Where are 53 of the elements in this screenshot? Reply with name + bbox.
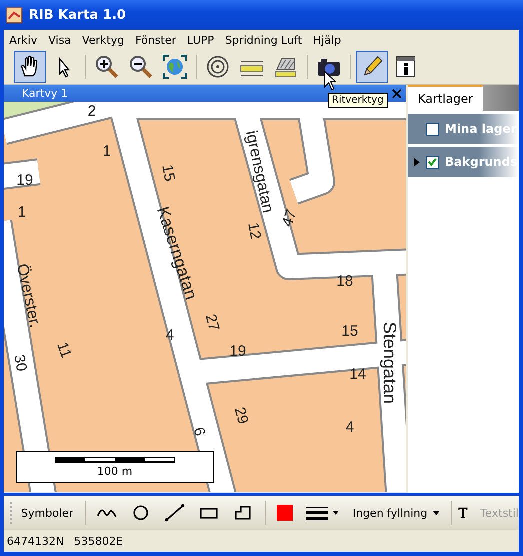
window-title: RIB Karta 1.0 <box>29 8 126 22</box>
map-view-title: Kartvy 1 <box>22 87 68 100</box>
menu-item[interactable]: Verktyg <box>76 34 130 46</box>
menu-item[interactable]: Arkiv <box>4 34 43 46</box>
menu-item[interactable]: LUPP <box>182 34 220 46</box>
house-number: 15 <box>342 323 358 340</box>
zoom-out-icon <box>128 54 154 80</box>
line-icon <box>164 504 186 522</box>
draw-tool-button[interactable] <box>356 51 388 83</box>
house-number: 6 <box>190 426 209 438</box>
mouse-cursor-icon <box>324 71 338 91</box>
globe-icon <box>162 54 188 80</box>
fill-dropdown[interactable]: Ingen fyllning <box>348 504 444 522</box>
house-number: 1 <box>102 143 112 160</box>
house-number: 18 <box>336 273 354 290</box>
coordinate-text: 535802E <box>74 534 124 548</box>
menu-item[interactable]: Visa <box>42 34 77 46</box>
layer-checkbox[interactable] <box>426 156 439 168</box>
house-number: 19 <box>230 343 246 360</box>
coordinate-text: 6474132N <box>7 534 64 548</box>
menu-item[interactable]: Spridning Luft <box>220 34 308 46</box>
street-name: igrensgatan <box>242 129 276 215</box>
house-number: 4 <box>166 327 174 344</box>
scale-label: 100 m <box>97 464 133 478</box>
target-icon <box>205 54 231 80</box>
panel-tab[interactable]: Kartlager <box>408 85 484 111</box>
text-style-label: Textstil <box>480 506 519 520</box>
house-number: 4 <box>346 419 354 436</box>
street-name: Överster. <box>13 262 44 330</box>
layer-checkbox[interactable] <box>426 122 439 136</box>
line-width-icon <box>304 505 341 521</box>
house-number: 29 <box>230 406 252 426</box>
street-name: Stengatan <box>380 322 400 404</box>
close-icon[interactable] <box>392 88 402 98</box>
house-number: 14 <box>350 366 366 383</box>
map-icon <box>6 6 23 24</box>
zoom-in-icon <box>94 54 120 80</box>
house-number: 12 <box>244 222 264 241</box>
house-number: 47 <box>278 208 301 230</box>
menu-item[interactable]: Hjälp <box>308 34 347 46</box>
menu-item[interactable]: Fönster <box>130 34 182 46</box>
tooltip: Ritverktyg <box>328 93 388 108</box>
caret-icon <box>432 510 440 516</box>
house-number: 15 <box>158 164 178 183</box>
house-number: 27 <box>202 312 223 334</box>
pan-tool-button[interactable] <box>14 51 46 83</box>
house-number: 2 <box>88 103 96 120</box>
house-number: 30 <box>10 354 30 373</box>
expand-arrow-icon[interactable] <box>414 158 420 166</box>
house-number: 19 <box>16 172 34 189</box>
symbols-button[interactable]: Symboler <box>17 504 78 522</box>
house-number: 1 <box>18 204 26 221</box>
house-number: 11 <box>54 340 75 361</box>
